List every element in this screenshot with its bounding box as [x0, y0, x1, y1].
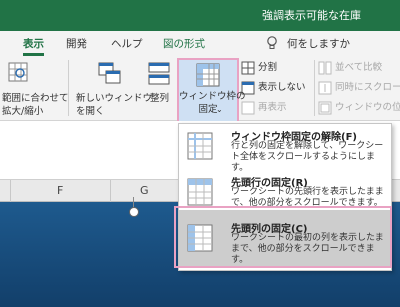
sync-scroll-label: 同時にスクロール [335, 82, 400, 93]
ribbon-tabs: 表示 開発 ヘルプ 図の形式 何をしますか [0, 31, 400, 56]
unhide-label: 再表示 [258, 102, 287, 113]
new-window-button[interactable]: 新しいウィンドウ を開く [74, 60, 152, 120]
unhide-window-icon [241, 101, 255, 115]
sync-scroll-button[interactable]: 同時にスクロール [318, 80, 400, 96]
separator [314, 60, 315, 116]
highlight-box [174, 206, 392, 268]
arrange-icon [148, 62, 170, 85]
zoom-to-selection-button[interactable]: 範囲に合わせて 拡大/縮小 [2, 60, 69, 120]
reset-position-icon [318, 101, 332, 115]
sync-scroll-icon [318, 81, 332, 95]
freeze-panes-button[interactable]: ウィンドウ枠の 固定 ⌄ [177, 58, 246, 124]
freeze-panes-label: ウィンドウ枠の 固定 [179, 91, 246, 115]
side-by-side-icon [318, 61, 332, 75]
tab-view[interactable]: 表示 [23, 36, 44, 56]
column-header-f[interactable]: F [57, 184, 63, 197]
new-window-label: 新しいウィンドウ を開く [76, 93, 153, 117]
side-by-side-button[interactable]: 並べて比較 [318, 60, 400, 76]
tab-developer[interactable]: 開発 [66, 36, 87, 51]
title-bar: 強調表示可能な在庫 [0, 0, 400, 31]
tab-help[interactable]: ヘルプ [111, 36, 143, 51]
chevron-down-icon: ⌄ [216, 105, 223, 114]
menu-item-description: 行と列の固定を解除して、ワークシート全体をスクロールするようにします。 [231, 141, 384, 173]
rotate-handle[interactable] [129, 207, 139, 217]
unhide-button[interactable]: 再表示 [241, 100, 303, 116]
split-button[interactable]: 分割 [241, 60, 303, 76]
zoom-selection-icon [8, 62, 28, 82]
lightbulb-icon [267, 36, 277, 49]
hide-label: 表示しない [258, 82, 306, 93]
tab-picture-format[interactable]: 図の形式 [163, 36, 205, 51]
split-icon [241, 61, 255, 75]
reset-position-button[interactable]: ウィンドウの位置 [318, 100, 400, 116]
arrange-label: 整列 [150, 93, 170, 104]
reset-position-label: ウィンドウの位置 [335, 102, 400, 113]
column-header-g[interactable]: G [140, 184, 149, 197]
menu-item-unfreeze[interactable]: ウィンドウ枠固定の解除(F) 行と列の固定を解除して、ワークシート全体をスクロー… [179, 126, 391, 173]
freeze-panes-icon [196, 63, 220, 87]
new-window-icon [98, 62, 121, 84]
unfreeze-panes-icon [187, 132, 213, 160]
hide-button[interactable]: 表示しない [241, 80, 313, 96]
zoom-to-selection-label: 範囲に合わせて 拡大/縮小 [2, 93, 69, 117]
tell-me-search[interactable]: 何をしますか [287, 36, 350, 51]
split-label: 分割 [258, 62, 278, 73]
side-by-side-label: 並べて比較 [335, 62, 383, 73]
window-title: 強調表示可能な在庫 [262, 9, 361, 22]
arrange-all-button[interactable]: 整列 [146, 60, 174, 120]
freeze-top-row-icon [187, 178, 213, 206]
separator [68, 60, 69, 116]
